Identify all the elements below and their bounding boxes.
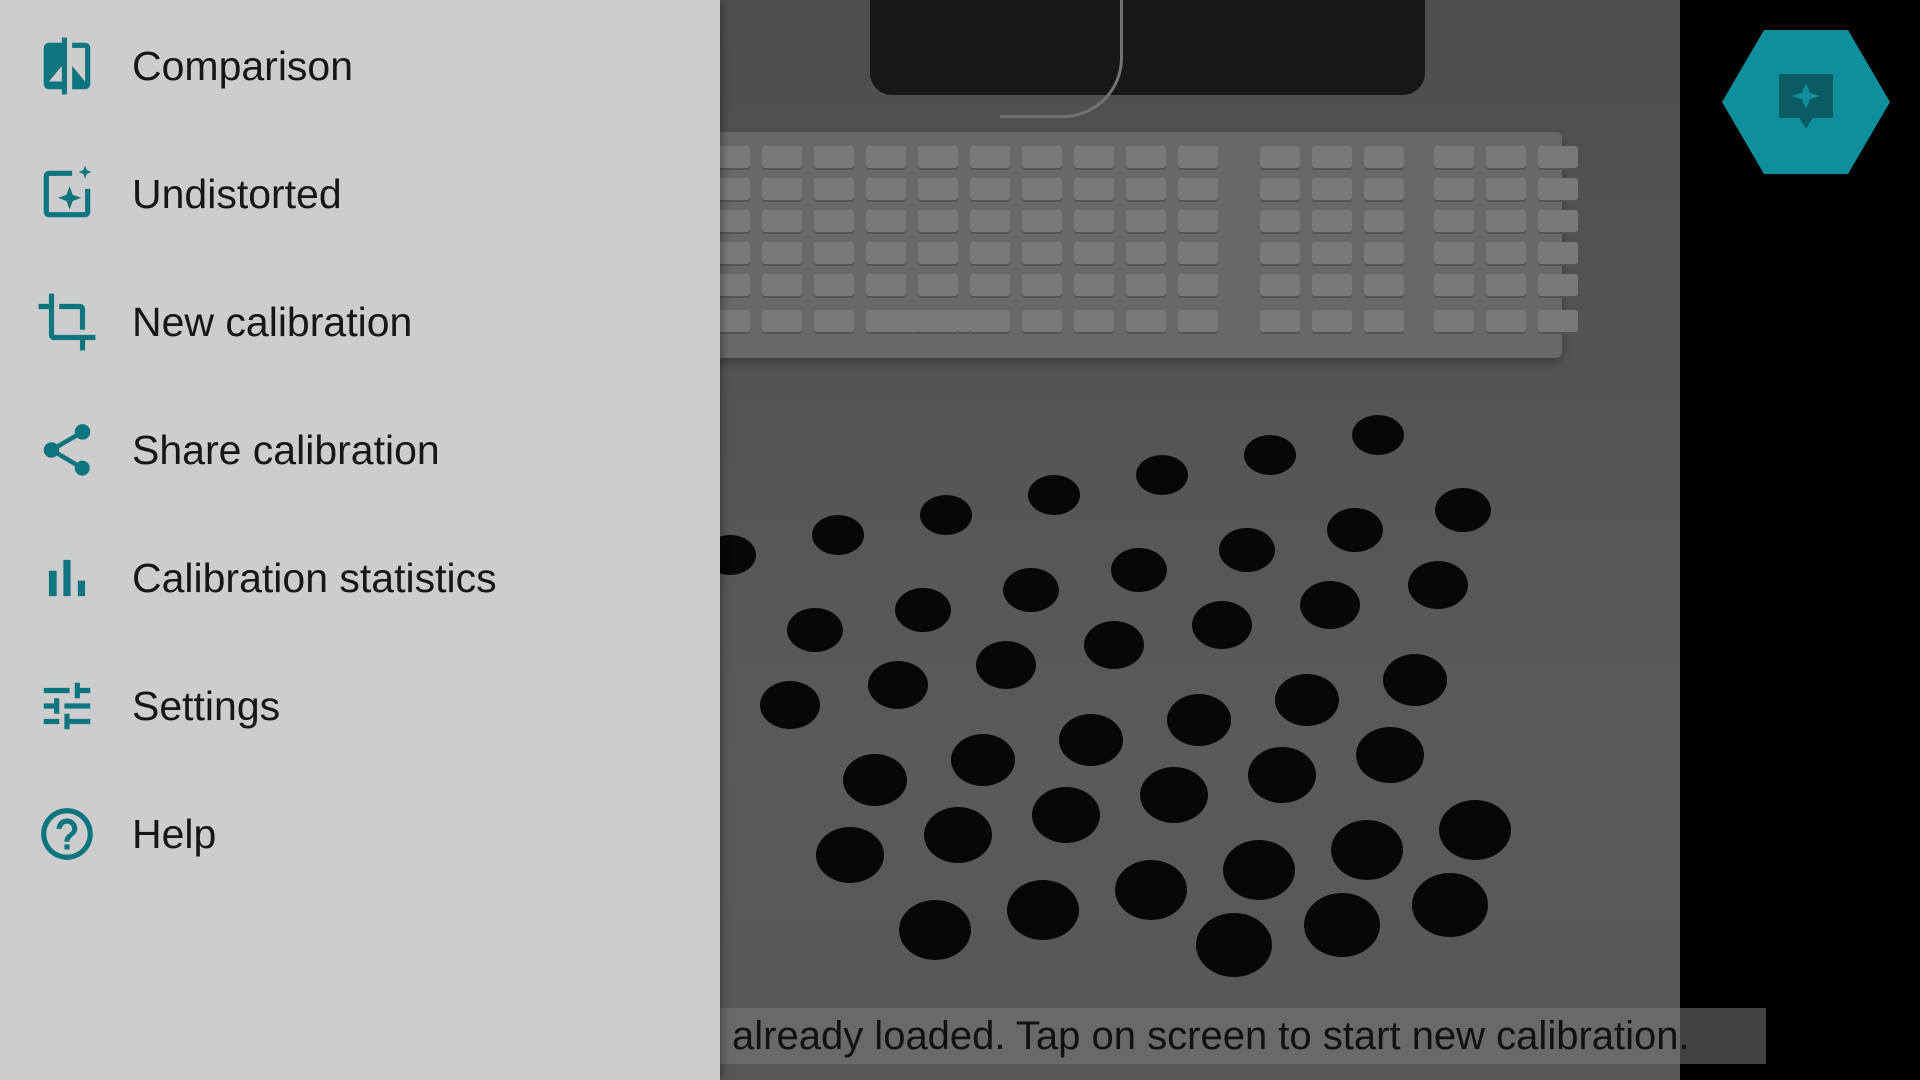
menu-label: New calibration <box>132 298 413 345</box>
status-toast: already loaded. Tap on screen to start n… <box>720 1008 1766 1064</box>
comparison-icon <box>36 35 98 97</box>
menu-label: Calibration statistics <box>132 554 497 601</box>
menu-label: Undistorted <box>132 170 342 217</box>
navigation-drawer: Comparison Undistorted New calibration S… <box>0 0 720 1080</box>
menu-label: Help <box>132 810 217 857</box>
app-screen: already loaded. Tap on screen to start n… <box>0 0 1920 1080</box>
menu-label: Share calibration <box>132 426 440 473</box>
menu-item-undistorted[interactable]: Undistorted <box>0 130 720 258</box>
menu-item-comparison[interactable]: Comparison <box>0 2 720 130</box>
menu-item-help[interactable]: Help <box>0 770 720 898</box>
sliders-icon <box>36 675 98 737</box>
feedback-icon <box>1779 74 1833 128</box>
help-icon <box>36 803 98 865</box>
menu-label: Settings <box>132 682 281 729</box>
menu-item-new-calibration[interactable]: New calibration <box>0 258 720 386</box>
menu-item-settings[interactable]: Settings <box>0 642 720 770</box>
share-icon <box>36 419 98 481</box>
crop-icon <box>36 291 98 353</box>
menu-label: Comparison <box>132 42 354 89</box>
undistorted-icon <box>36 163 98 225</box>
menu-item-calibration-statistics[interactable]: Calibration statistics <box>0 514 720 642</box>
menu-item-share-calibration[interactable]: Share calibration <box>0 386 720 514</box>
bar-chart-icon <box>36 547 98 609</box>
